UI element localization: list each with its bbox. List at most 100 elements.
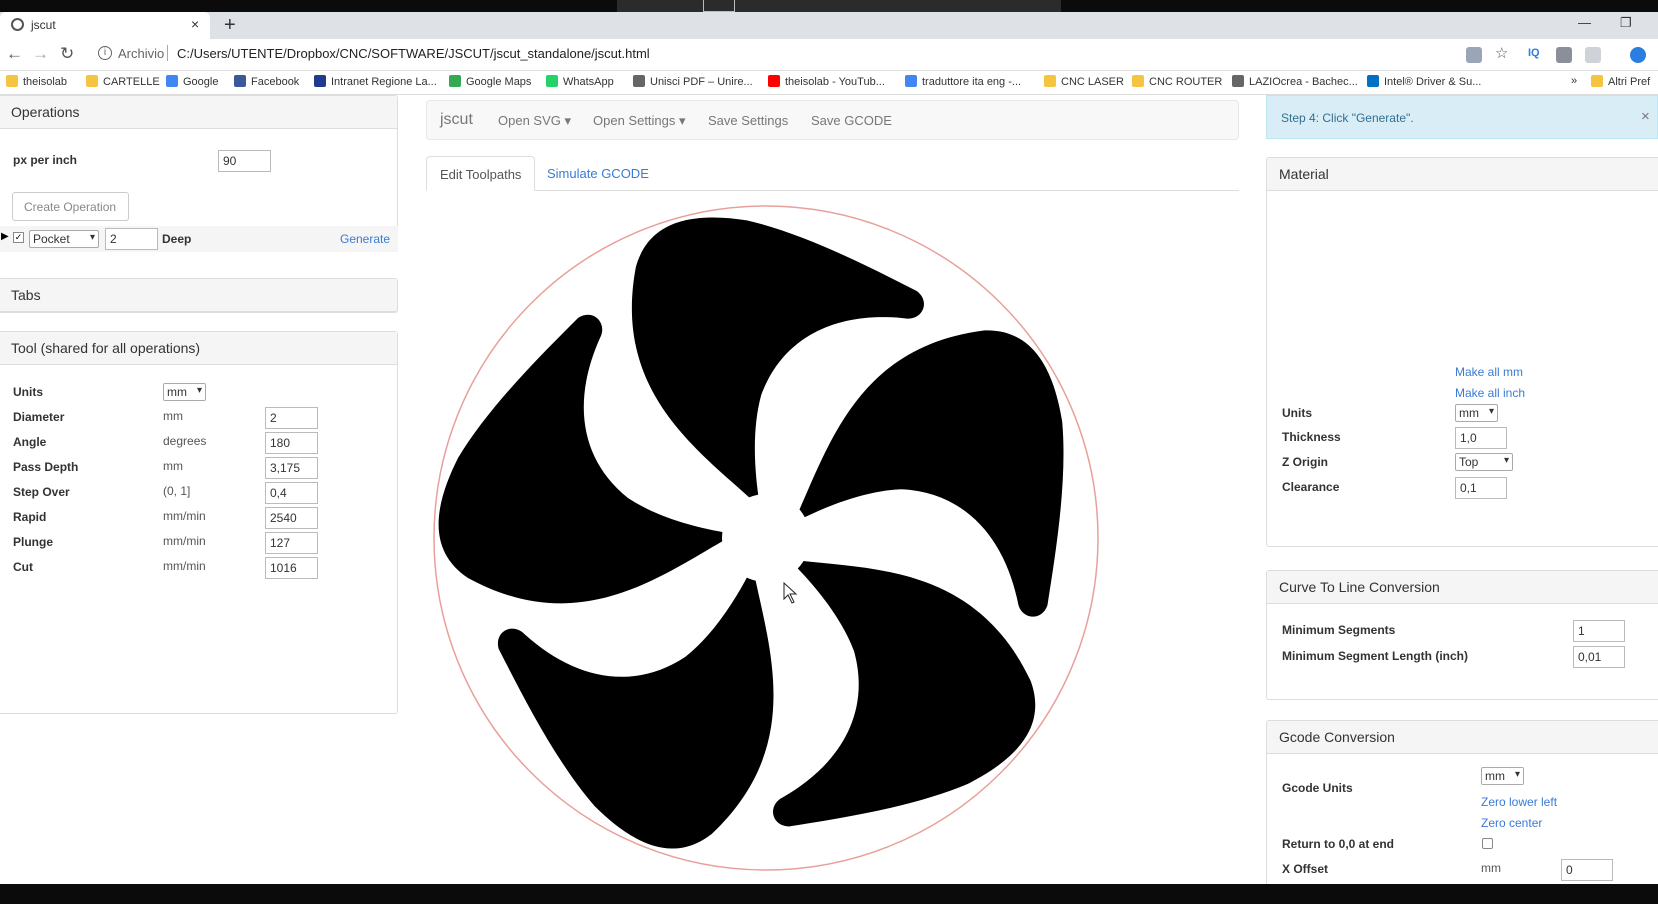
bookmark-item[interactable]: CARTELLE <box>86 75 160 88</box>
brand[interactable]: jscut <box>440 111 473 129</box>
bookmark-item[interactable]: theisolab - YouTub... <box>768 75 885 88</box>
tab-edit-toolpaths[interactable]: Edit Toolpaths <box>426 156 536 191</box>
tabs-panel: Tabs <box>0 278 398 313</box>
bookmark-item[interactable]: Unisci PDF – Unire... <box>633 75 753 88</box>
material-units-select[interactable]: mm <box>1455 404 1498 422</box>
gcode-units-select[interactable]: mm <box>1481 767 1524 785</box>
bookmark-label: theisolab - YouTub... <box>785 76 885 88</box>
more-bookmarks-icon[interactable]: » <box>1571 75 1577 87</box>
url-scheme: Archivio <box>118 46 165 61</box>
operation-enabled-checkbox[interactable]: ✓ <box>13 232 24 243</box>
profile-icon[interactable] <box>1630 47 1646 63</box>
save-settings-button[interactable]: Save Settings <box>708 113 788 128</box>
bookmark-item[interactable]: CNC ROUTER <box>1132 75 1222 88</box>
tool-param-input[interactable] <box>265 532 318 554</box>
tool-param-input[interactable] <box>265 507 318 529</box>
alert-close-icon[interactable]: × <box>1641 108 1650 125</box>
bookmarks-bar: theisolab CARTELLE Google Facebook Intranet … <box>0 71 1658 95</box>
bookmark-label: Unisci PDF – Unire... <box>650 76 753 88</box>
tool-param-unit: (0, 1] <box>163 484 191 498</box>
bookmark-item[interactable]: Google <box>166 75 218 88</box>
back-arrow-icon[interactable]: ← <box>6 44 23 64</box>
tool-param-input[interactable] <box>265 557 318 579</box>
bookmark-item[interactable]: Intranet Regione La... <box>314 75 437 88</box>
tool-panel: Tool (shared for all operations) Units m… <box>0 331 398 714</box>
tool-param-input[interactable] <box>265 457 318 479</box>
curve-title: Curve To Line Conversion <box>1267 571 1658 604</box>
gcode-units-label: Gcode Units <box>1282 781 1353 795</box>
globe-icon <box>11 18 24 31</box>
folder-icon <box>1591 75 1603 87</box>
step-alert: Step 4: Click "Generate". × <box>1266 95 1658 139</box>
make-all-mm-link[interactable]: Make all mm <box>1455 365 1523 379</box>
extension-icon-2[interactable] <box>1585 47 1601 63</box>
bookmark-label: CNC ROUTER <box>1149 76 1223 88</box>
tool-param-input[interactable] <box>265 407 318 429</box>
bookmark-label: traduttore ita eng -... <box>922 76 1022 88</box>
open-settings-menu[interactable]: Open Settings ▾ <box>593 113 686 129</box>
thickness-input[interactable] <box>1455 427 1507 449</box>
min-segments-input[interactable] <box>1573 620 1625 642</box>
iq-extension-icon[interactable]: IQ <box>1528 47 1544 63</box>
info-icon[interactable]: i <box>98 46 112 60</box>
gcode-panel: Gcode Conversion Gcode Units mm Zero low… <box>1266 720 1658 900</box>
extension-icon[interactable] <box>1556 47 1572 63</box>
operation-depth-input[interactable] <box>105 228 158 250</box>
bookmark-item[interactable]: Google Maps <box>449 75 531 88</box>
zero-lower-left-link[interactable]: Zero lower left <box>1481 795 1557 809</box>
zero-center-link[interactable]: Zero center <box>1481 816 1542 830</box>
view-tabs: Edit Toolpaths Simulate GCODE <box>426 156 1239 191</box>
generate-link[interactable]: Generate <box>340 232 390 246</box>
bookmark-item[interactable]: CNC LASER <box>1044 75 1124 88</box>
site-icon <box>768 75 780 87</box>
open-svg-menu[interactable]: Open SVG ▾ <box>498 113 571 129</box>
tool-param-label: Angle <box>13 435 47 449</box>
min-segment-length-input[interactable] <box>1573 646 1625 668</box>
folder-icon <box>1044 75 1056 87</box>
new-tab-button[interactable]: + <box>224 14 236 37</box>
toolpath-canvas[interactable] <box>426 200 1106 880</box>
tool-param-label: Cut <box>13 560 33 574</box>
restore-icon[interactable]: ❐ <box>1620 15 1632 31</box>
other-bookmarks[interactable]: Altri Pref <box>1591 75 1650 88</box>
bookmark-item[interactable]: theisolab <box>6 75 67 88</box>
tool-title: Tool (shared for all operations) <box>0 332 397 365</box>
bookmark-item[interactable]: traduttore ita eng -... <box>905 75 1021 88</box>
clearance-input[interactable] <box>1455 477 1507 499</box>
create-operation-button[interactable]: Create Operation <box>12 192 129 221</box>
url-field[interactable]: i Archivio C:/Users/UTENTE/Dropbox/CNC/S… <box>90 43 1540 67</box>
bookmark-item[interactable]: Intel® Driver & Su... <box>1367 75 1481 88</box>
save-gcode-button[interactable]: Save GCODE <box>811 113 892 128</box>
bookmark-label: CARTELLE <box>103 76 160 88</box>
site-icon <box>905 75 917 87</box>
tool-param-unit: mm/min <box>163 559 206 573</box>
star-icon[interactable]: ☆ <box>1495 44 1511 62</box>
z-origin-select[interactable]: Top <box>1455 453 1513 471</box>
forward-arrow-icon[interactable]: → <box>32 44 49 64</box>
url-text: C:/Users/UTENTE/Dropbox/CNC/SOFTWARE/JSC… <box>177 46 650 61</box>
expand-triangle-icon[interactable]: ▶ <box>1 231 9 242</box>
operation-type-select[interactable]: Pocket <box>29 230 99 248</box>
tool-param-input[interactable] <box>265 432 318 454</box>
bookmark-item[interactable]: WhatsApp <box>546 75 614 88</box>
operation-row: ▶ ✓ Pocket Deep Generate <box>0 226 398 252</box>
bookmark-item[interactable]: Facebook <box>234 75 299 88</box>
tool-units-select[interactable]: mm <box>163 383 206 401</box>
close-tab-icon[interactable]: × <box>191 16 199 32</box>
alert-message: Step 4: Click "Generate". <box>1281 111 1414 125</box>
px-per-inch-input[interactable] <box>218 150 271 172</box>
make-all-inch-link[interactable]: Make all inch <box>1455 386 1525 400</box>
minimize-icon[interactable]: — <box>1578 15 1591 30</box>
return-checkbox[interactable] <box>1482 838 1493 849</box>
bookmark-item[interactable]: LAZIOcrea - Bachec... <box>1232 75 1358 88</box>
reload-icon[interactable]: ↻ <box>60 44 74 64</box>
browser-tab[interactable]: jscut × <box>0 12 210 39</box>
curve-panel: Curve To Line Conversion Minimum Segment… <box>1266 570 1658 700</box>
tab-simulate-gcode[interactable]: Simulate GCODE <box>534 156 662 191</box>
tool-param-input[interactable] <box>265 482 318 504</box>
x-offset-input[interactable] <box>1561 859 1613 881</box>
operations-panel: Operations px per inch Create Operation … <box>0 95 398 252</box>
translate-icon[interactable] <box>1466 47 1482 63</box>
operations-title: Operations <box>0 96 397 129</box>
tool-param-label: Rapid <box>13 510 47 524</box>
